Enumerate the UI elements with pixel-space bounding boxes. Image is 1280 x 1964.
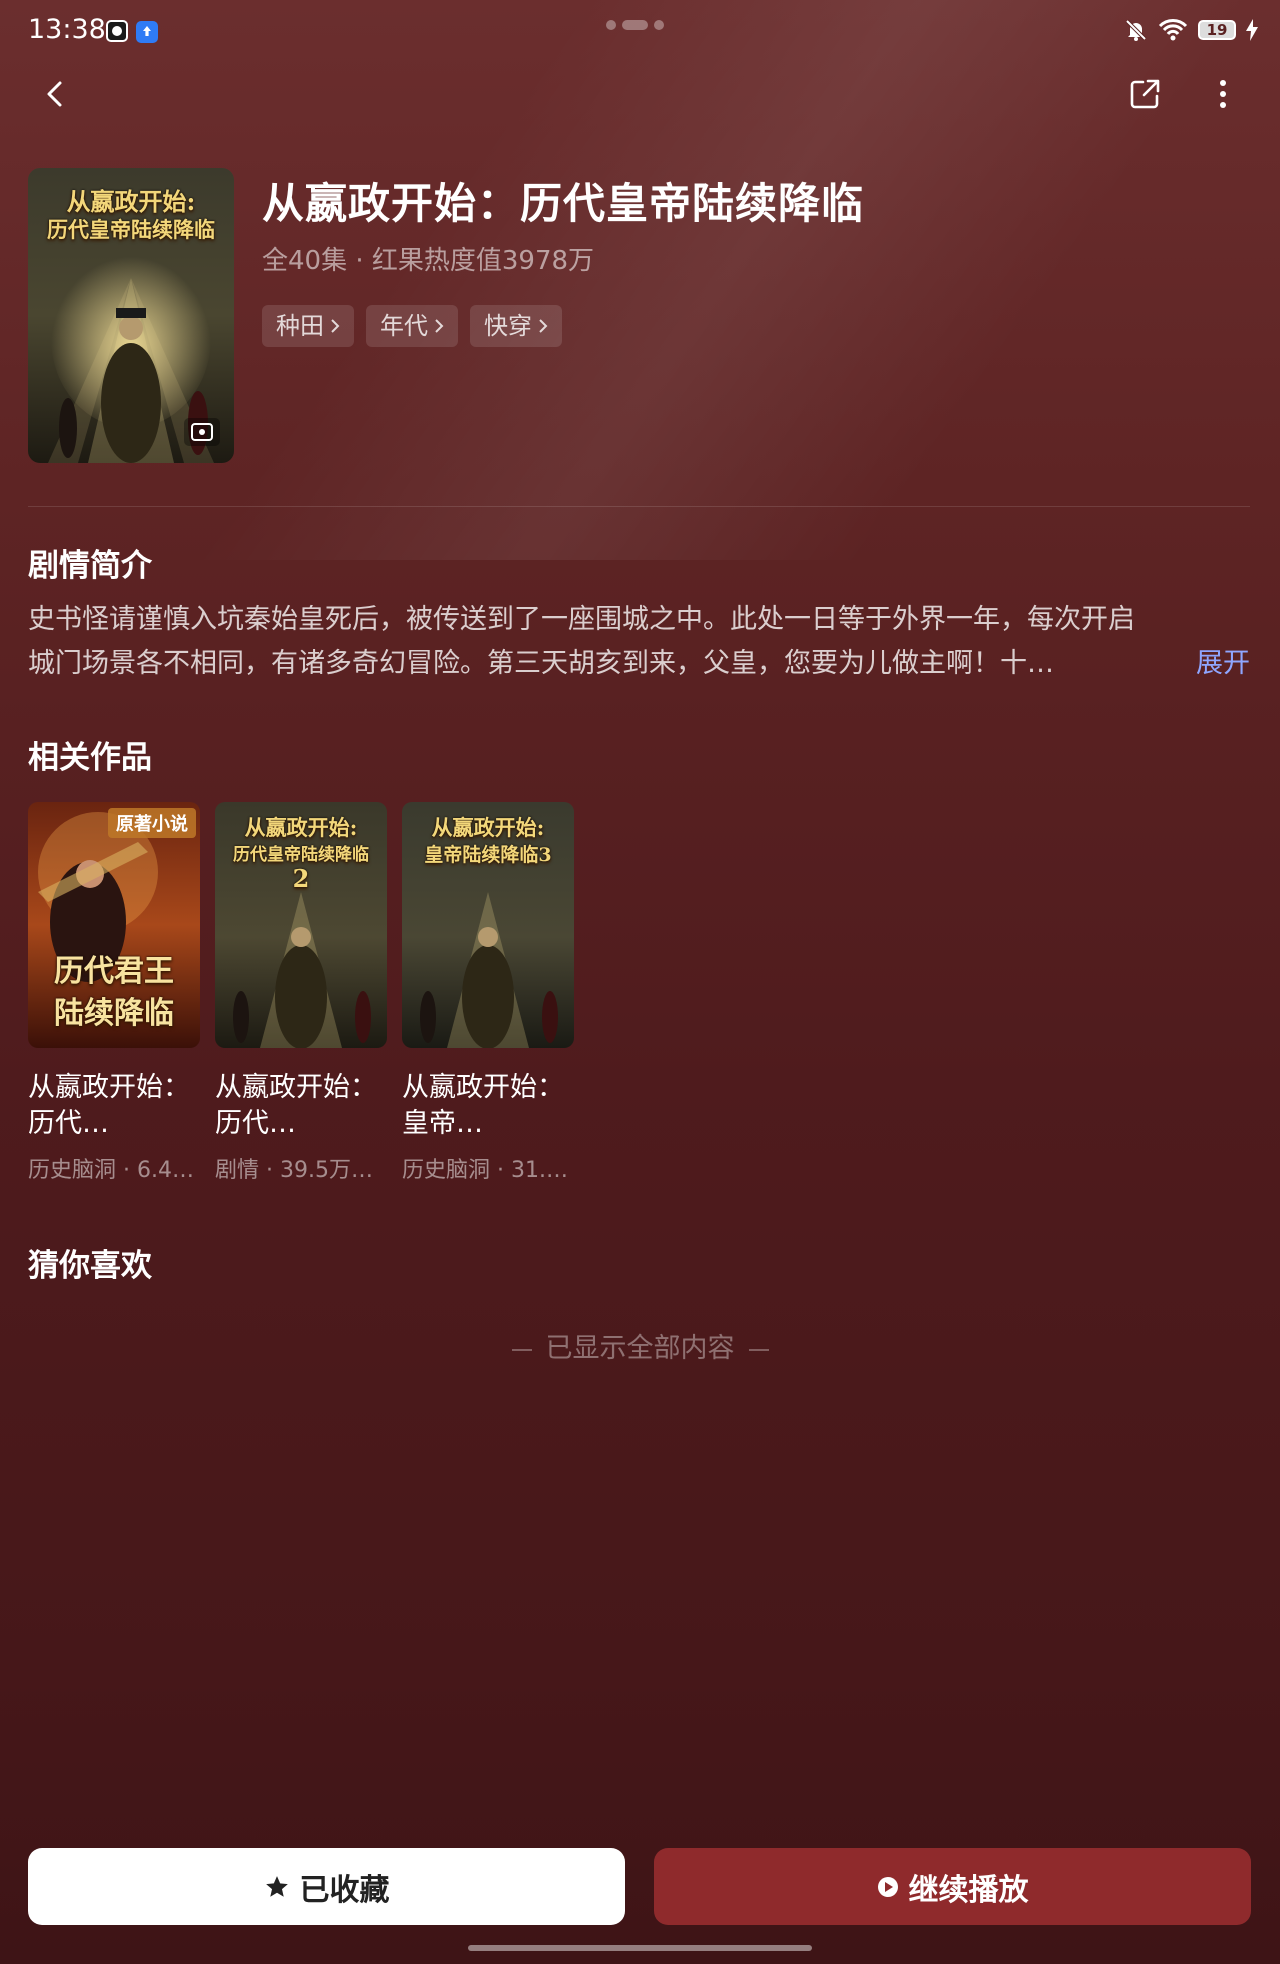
back-icon <box>47 81 62 107</box>
share-icon <box>1130 79 1160 109</box>
cover-title-line: 从嬴政开始: <box>244 815 358 840</box>
original-novel-badge: 原著小说 <box>108 808 196 838</box>
synopsis-text: 史书怪请谨慎入坑秦始皇死后，被传送到了一座围城之中。此处一日等于外界一年，每次开… <box>28 598 1250 686</box>
related-meta: 历史脑洞 · 6.4… <box>28 1158 194 1183</box>
cover-title-line: 陆续降临 <box>54 996 174 1031</box>
recommend-heading: 猜你喜欢 <box>28 1248 152 1284</box>
tag-label: 种田 <box>276 312 324 340</box>
tag-chip[interactable]: 种田 <box>262 305 354 347</box>
related-name: 从嬴政开始：皇帝… <box>402 1072 564 1139</box>
related-item[interactable]: 从嬴政开始: 历代皇帝陆续降临 2 从嬴政开始：历代… 剧情 · 39.5万… <box>215 802 387 1184</box>
cover-title-line: 皇帝陆续降临3 <box>424 844 552 866</box>
more-vertical-icon <box>1220 80 1226 108</box>
tag-label: 快穿 <box>484 312 532 340</box>
tag-label: 年代 <box>380 312 428 340</box>
related-name: 从嬴政开始：历代… <box>28 1072 190 1139</box>
continue-play-button[interactable]: 继续播放 <box>654 1848 1251 1925</box>
cover-title-line: 历代君王 <box>54 954 174 989</box>
show-title: 从嬴政开始：历代皇帝陆续降临 <box>262 179 865 228</box>
favorite-label: 已收藏 <box>299 1872 390 1908</box>
tag-chip[interactable]: 快穿 <box>470 305 562 347</box>
window-handle[interactable] <box>606 20 664 30</box>
charging-icon <box>1246 19 1258 41</box>
show-meta: 全40集 · 红果热度值3978万 <box>262 246 595 276</box>
cover-title-line: 从嬴政开始: <box>431 815 545 840</box>
continue-play-label: 继续播放 <box>908 1872 1029 1908</box>
share-button[interactable] <box>1121 70 1169 118</box>
cover-title-line: 2 <box>292 864 310 893</box>
wifi-icon <box>1158 19 1188 41</box>
related-cover: 原著小说 历代君王 陆续降临 <box>28 802 200 1048</box>
battery-icon: 19 <box>1198 20 1236 40</box>
favorite-button[interactable]: 已收藏 <box>28 1848 625 1925</box>
chevron-right-icon <box>539 319 548 333</box>
tag-list: 种田 年代 快穿 <box>262 305 562 347</box>
play-icon <box>877 1876 898 1897</box>
related-name: 从嬴政开始：历代… <box>215 1072 377 1139</box>
related-list: 原著小说 历代君王 陆续降临 从嬴政开始：历代… 历史脑洞 · 6.4… 从嬴政… <box>28 802 574 1184</box>
chevron-right-icon <box>435 319 444 333</box>
app-notification-icon <box>106 20 128 42</box>
related-item[interactable]: 原著小说 历代君王 陆续降临 从嬴政开始：历代… 历史脑洞 · 6.4… <box>28 802 200 1184</box>
end-of-list-text: 已显示全部内容 <box>545 1333 735 1364</box>
cover-title-line: 历代皇帝陆续降临 <box>233 845 369 865</box>
synopsis-line: 城门场景各不相同，有诸多奇幻冒险。第三天胡亥到来，父皇，您要为儿做主啊！十… <box>28 648 1054 679</box>
related-meta: 剧情 · 39.5万… <box>215 1158 373 1183</box>
related-meta: 历史脑洞 · 31.… <box>402 1158 568 1183</box>
status-time: 13:38 <box>28 14 106 45</box>
end-of-list: 已显示全部内容 <box>0 1326 1280 1365</box>
synopsis-heading: 剧情简介 <box>28 548 152 584</box>
status-icons: 19 <box>1124 18 1258 42</box>
chevron-right-icon <box>331 319 340 333</box>
mute-bell-icon <box>1125 19 1147 41</box>
more-button[interactable] <box>1199 70 1247 118</box>
related-heading: 相关作品 <box>28 740 152 776</box>
home-indicator[interactable] <box>468 1945 812 1951</box>
expand-link[interactable]: 展开 <box>1196 642 1250 686</box>
cover-title-line: 历代皇帝陆续降临 <box>47 217 215 242</box>
cover-title-line: 从嬴政开始: <box>66 187 196 216</box>
related-item[interactable]: 从嬴政开始: 皇帝陆续降临3 从嬴政开始：皇帝… 历史脑洞 · 31.… <box>402 802 574 1184</box>
star-icon <box>265 1875 288 1897</box>
divider <box>28 506 1250 507</box>
related-cover: 从嬴政开始: 皇帝陆续降临3 <box>402 802 574 1048</box>
related-cover: 从嬴政开始: 历代皇帝陆续降临 2 <box>215 802 387 1048</box>
synopsis-line: 史书怪请谨慎入坑秦始皇死后，被传送到了一座围城之中。此处一日等于外界一年，每次开… <box>28 604 1135 635</box>
tag-chip[interactable]: 年代 <box>366 305 458 347</box>
back-button[interactable] <box>32 70 80 118</box>
show-cover[interactable]: 从嬴政开始: 历代皇帝陆续降临 <box>28 168 234 463</box>
upload-notification-icon <box>136 21 158 43</box>
